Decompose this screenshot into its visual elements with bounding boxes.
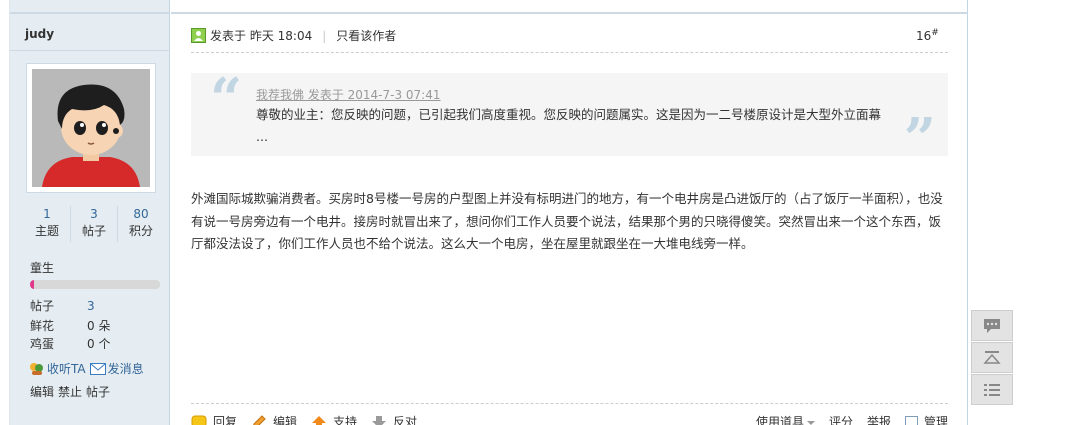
quote-open-icon: “	[210, 66, 243, 132]
back-to-top-button[interactable]	[971, 342, 1013, 373]
mod-edit-link[interactable]: 编辑	[30, 385, 54, 399]
info-eggs-value: 0 个	[87, 337, 111, 351]
quote-close-icon: ”	[903, 106, 936, 172]
quote-text: 尊敬的业主：您反映的问题，已引起我们高度重视。您反映的问题属实。这是因为一二号楼…	[256, 107, 882, 144]
stat-posts-count[interactable]: 3	[71, 206, 117, 222]
meta-divider	[191, 52, 948, 53]
thumbs-down-icon	[372, 415, 387, 425]
post-main: 发表于 昨天 18:04 | 只看该作者 16# “ 我荐我佛 发表于 2014…	[171, 0, 968, 425]
pencil-icon	[252, 414, 266, 425]
bottom-divider	[191, 403, 948, 404]
avatar-image	[32, 69, 150, 187]
stat-credits-label: 积分	[128, 224, 153, 238]
floating-toolbar	[971, 310, 1013, 406]
user-level[interactable]: 童生	[30, 259, 54, 276]
quote-source-link[interactable]: 我荐我佛 发表于 2014-7-3 07:41	[256, 86, 441, 103]
rate-link[interactable]: 评分	[829, 413, 853, 425]
use-item-label: 使用道具	[755, 415, 804, 425]
level-progress-bar	[30, 280, 160, 289]
stat-posts-label: 帖子	[81, 224, 106, 238]
level-progress-fill	[30, 280, 34, 289]
sidebar-top-divider	[10, 12, 170, 14]
stat-credits[interactable]: 80 积分	[118, 206, 164, 242]
post-content: 外滩国际城欺骗消费者。买房时8号楼一号房的户型图上并没有标明进门的地方，有一个电…	[191, 191, 943, 251]
manage-label: 管理	[923, 415, 948, 425]
stat-credits-count[interactable]: 80	[118, 206, 164, 222]
online-user-icon	[191, 28, 206, 43]
message-icon	[89, 362, 106, 375]
support-button[interactable]: 支持	[311, 413, 357, 425]
back-to-top-icon	[983, 350, 1001, 364]
manage-checkbox[interactable]	[904, 416, 918, 425]
sidebar-divider	[10, 50, 170, 51]
stat-posts[interactable]: 3 帖子	[71, 206, 118, 242]
floor-number-value: 16	[916, 29, 932, 43]
reply-icon	[191, 415, 207, 425]
author-sidebar: judy 1 主题 3 帖子 80 积分 童生 帖子 3 鲜花 0 朵 鸡蛋 0…	[10, 0, 170, 425]
follow-icon	[30, 362, 43, 375]
author-username[interactable]: judy	[25, 27, 54, 41]
manage-control[interactable]: 管理	[904, 413, 948, 425]
use-item-dropdown[interactable]: 使用道具	[756, 413, 815, 425]
oppose-label: 反对	[393, 415, 418, 425]
meta-separator: |	[322, 28, 327, 43]
post-action-bar: 回复 编辑 支持 反对 使用道具 评分 举报 管理	[191, 413, 948, 425]
message-label: 发消息	[107, 362, 144, 376]
reply-button[interactable]: 回复	[191, 413, 237, 425]
info-eggs: 鸡蛋 0 个	[30, 335, 110, 352]
only-author-link[interactable]: 只看该作者	[336, 27, 396, 44]
post-meta: 发表于 昨天 18:04 | 只看该作者	[191, 27, 396, 44]
post-top-divider	[171, 12, 968, 14]
mod-ban-link[interactable]: 禁止	[58, 385, 82, 399]
thread-list-button[interactable]	[971, 374, 1013, 405]
left-edge-strip	[0, 0, 10, 425]
info-flowers-value: 0 朵	[87, 319, 111, 333]
stat-threads-count[interactable]: 1	[24, 206, 70, 222]
mod-posts-link[interactable]: 帖子	[86, 385, 110, 399]
list-icon	[984, 383, 1000, 396]
reply-label: 回复	[213, 415, 238, 425]
info-posts-value[interactable]: 3	[87, 299, 95, 313]
moderation-links: 编辑 禁止 帖子	[30, 383, 114, 400]
comment-icon	[984, 318, 1000, 333]
edit-button[interactable]: 编辑	[251, 413, 297, 425]
oppose-button[interactable]: 反对	[371, 413, 417, 425]
follow-label: 收听TA	[47, 362, 86, 376]
author-stats: 1 主题 3 帖子 80 积分	[24, 206, 164, 242]
post-action-right: 使用道具 评分 举报 管理	[756, 413, 948, 425]
info-eggs-label: 鸡蛋	[30, 337, 55, 351]
info-flowers: 鲜花 0 朵	[30, 317, 110, 334]
support-label: 支持	[333, 415, 358, 425]
info-posts-label: 帖子	[30, 299, 55, 313]
quote-block: “ 我荐我佛 发表于 2014-7-3 07:41 尊敬的业主：您反映的问题，已…	[191, 66, 948, 167]
report-link[interactable]: 举报	[867, 413, 891, 425]
avatar[interactable]	[26, 63, 156, 193]
author-actions: 收听TA 发消息	[29, 360, 144, 377]
thumbs-up-icon	[312, 415, 327, 425]
edit-label: 编辑	[273, 415, 298, 425]
floor-number[interactable]: 16#	[916, 28, 939, 43]
quick-reply-button[interactable]	[971, 310, 1013, 341]
info-flowers-label: 鲜花	[30, 319, 55, 333]
post-date: 发表于 昨天 18:04	[210, 29, 313, 43]
chevron-down-icon	[806, 420, 815, 425]
floor-mark: #	[931, 28, 939, 38]
info-posts: 帖子 3	[30, 297, 95, 314]
follow-button[interactable]: 收听TA	[29, 360, 86, 377]
stat-threads-label: 主题	[34, 224, 59, 238]
send-message-button[interactable]: 发消息	[89, 360, 144, 377]
stat-threads[interactable]: 1 主题	[24, 206, 71, 242]
